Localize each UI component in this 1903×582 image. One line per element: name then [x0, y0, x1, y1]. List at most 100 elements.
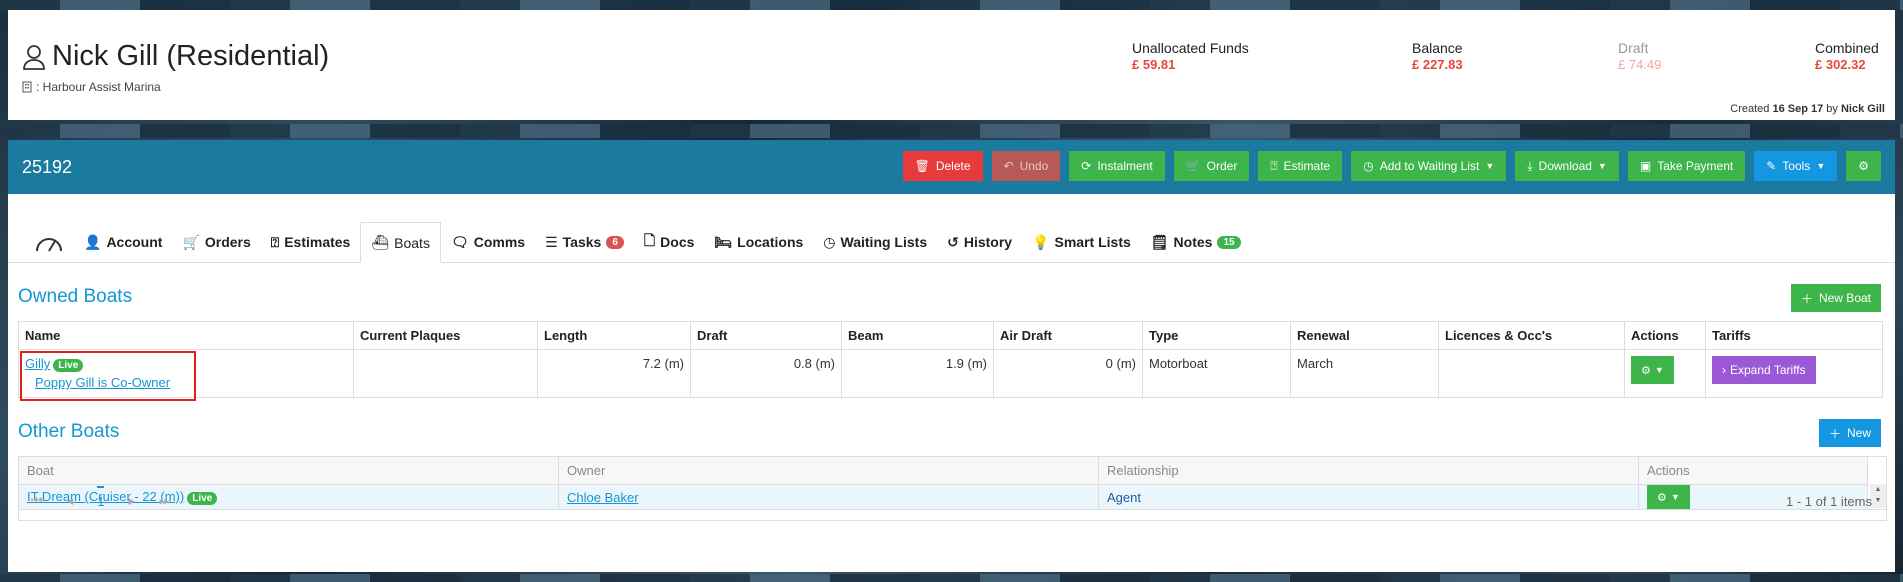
download-button[interactable]: ⤓ Download ▼: [1515, 151, 1619, 181]
tab-orders[interactable]: 🛒 Orders: [172, 222, 260, 262]
undo-button[interactable]: ↶ Undo: [991, 151, 1061, 181]
table-row: Gilly Live Poppy Gill is Co-Owner 7.2 (m)…: [18, 349, 1883, 398]
tab-boats[interactable]: ⛴ Boats: [360, 222, 441, 263]
user-icon: [23, 44, 45, 70]
pager-info: 1 - 1 of 1 items: [1786, 493, 1872, 509]
take-payment-label: Take Payment: [1657, 159, 1734, 173]
tasks-count-badge: 6: [606, 235, 624, 249]
waiting-list-label: Add to Waiting List: [1379, 159, 1480, 173]
next-page-icon[interactable]: ▸: [128, 493, 135, 509]
document-icon: 🗋: [643, 232, 656, 248]
air-draft-cell: 0 (m): [993, 349, 1143, 398]
new-label: New: [1846, 426, 1871, 440]
customer-name: Nick Gill (Residential): [52, 40, 330, 72]
order-button[interactable]: 🛒 Order: [1173, 151, 1250, 181]
column-header[interactable]: Actions: [1638, 457, 1868, 485]
checklist-icon: ☰: [545, 233, 558, 250]
tab-comms[interactable]: 🗨 Comms: [441, 222, 535, 262]
take-payment-button[interactable]: ▣ Take Payment: [1627, 151, 1746, 181]
fund-value: £ 74.49: [1618, 57, 1662, 72]
tab-account[interactable]: 👤 Account: [74, 222, 172, 262]
unallocated-funds: Unallocated Funds £ 59.81: [1132, 40, 1249, 72]
building-icon: [22, 81, 32, 93]
tab-history[interactable]: ↺ History: [937, 222, 1022, 262]
customer-header: Nick Gill (Residential) : Harbour Assist…: [8, 10, 1895, 120]
new-other-boat-button[interactable]: ＋ New: [1818, 419, 1881, 447]
cart-icon: 🛒: [1185, 159, 1201, 173]
fund-label: Balance: [1412, 40, 1463, 56]
column-header: Length: [537, 321, 691, 350]
question-box-icon: ⍰: [270, 233, 280, 250]
site-name: : Harbour Assist Marina: [36, 80, 161, 94]
tab-dashboard[interactable]: [24, 222, 74, 262]
tools-button[interactable]: ✎ Tools ▼: [1754, 151, 1838, 181]
prev-page-icon[interactable]: ◂: [67, 493, 74, 509]
delete-button[interactable]: 🗑 Delete: [902, 151, 983, 181]
tab-label: Waiting Lists: [840, 234, 928, 250]
column-header[interactable]: Owner: [558, 457, 1099, 485]
current-page[interactable]: 1: [97, 485, 105, 509]
column-header: Type: [1142, 321, 1291, 350]
tab-locations[interactable]: 🛏 Locations: [704, 222, 813, 262]
lightbulb-icon: 💡: [1032, 233, 1050, 250]
caret-down-icon: ▼: [1816, 161, 1826, 171]
instalment-button[interactable]: ⟳ Instalment: [1069, 151, 1165, 181]
table-header-row: Name Current Plaques Length Draft Beam A…: [18, 321, 1883, 350]
fund-value: £ 227.83: [1412, 57, 1463, 72]
estimate-button[interactable]: ⍰ Estimate: [1258, 151, 1343, 181]
created-prefix: Created: [1730, 103, 1770, 115]
plus-icon: ＋: [1828, 426, 1841, 441]
tab-estimates[interactable]: ⍰ Estimates: [261, 222, 361, 262]
column-header: Tariffs: [1705, 321, 1883, 350]
user-icon: 👤: [84, 233, 102, 250]
expand-tariffs-button[interactable]: › Expand Tariffs: [1712, 356, 1816, 384]
tab-label: History: [963, 234, 1013, 250]
clock-icon: ◷: [1363, 159, 1374, 173]
order-label: Order: [1206, 159, 1238, 173]
background-streak: [0, 124, 1903, 138]
customer-name-row: Nick Gill (Residential): [22, 40, 329, 73]
column-header: Name: [18, 321, 354, 350]
download-label: Download: [1538, 159, 1592, 173]
created-by: Nick Gill: [1840, 103, 1885, 115]
last-page-icon[interactable]: ⏭: [159, 493, 171, 509]
column-header: Renewal: [1290, 321, 1439, 350]
undo-icon: ↶: [1003, 159, 1014, 173]
settings-button[interactable]: ⚙: [1846, 151, 1881, 181]
column-header: Actions: [1624, 321, 1706, 350]
first-page-icon[interactable]: ⏮: [31, 493, 43, 509]
boat-actions-button[interactable]: ⚙ ▼: [1631, 356, 1674, 384]
tab-notes[interactable]: 🗒 Notes 15: [1141, 222, 1251, 262]
combined-funds: Combined £ 302.32: [1815, 40, 1879, 72]
new-boat-button[interactable]: ＋ New Boat: [1790, 284, 1881, 312]
tab-tasks[interactable]: ☰ Tasks 6: [535, 222, 634, 262]
column-header[interactable]: Boat: [19, 457, 559, 485]
tab-label: Notes: [1173, 234, 1213, 250]
tab-label: Estimates: [284, 234, 351, 250]
trash-icon: 🗑: [914, 159, 930, 173]
chat-icon: 🗨: [450, 233, 469, 250]
tab-smart-lists[interactable]: 💡 Smart Lists: [1022, 222, 1141, 262]
tab-docs[interactable]: 🗋 Docs: [634, 222, 705, 262]
balance: Balance £ 227.83: [1412, 40, 1463, 72]
highlight-box: [20, 351, 196, 401]
tab-waiting-lists[interactable]: ◷ Waiting Lists: [813, 222, 937, 262]
tab-label: Orders: [204, 234, 251, 250]
tools-label: Tools: [1782, 159, 1811, 173]
column-header: Current Plaques: [353, 321, 538, 350]
instalment-label: Instalment: [1097, 159, 1153, 173]
renewal-cell: March: [1290, 349, 1439, 398]
cart-icon: 🛒: [182, 233, 200, 250]
add-to-waiting-list-button[interactable]: ◷ Add to Waiting List ▼: [1351, 151, 1507, 181]
actions-cell: ⚙ ▼: [1624, 349, 1706, 398]
refresh-icon: ⟳: [1081, 159, 1092, 173]
created-by-prefix: by: [1826, 103, 1838, 115]
table-header-row: Boat Owner Relationship Actions: [19, 457, 1868, 485]
length-cell: 7.2 (m): [537, 349, 691, 398]
gear-icon: ⚙: [1641, 364, 1651, 377]
draft-cell: 0.8 (m): [690, 349, 842, 398]
column-header[interactable]: Relationship: [1098, 457, 1639, 485]
owned-boats-title: Owned Boats: [18, 286, 133, 307]
created-date: 16 Sep 17: [1772, 103, 1824, 115]
pager: ⏮ ◂ 1 ▸ ⏭ 1 - 1 of 1 items: [18, 482, 1887, 521]
